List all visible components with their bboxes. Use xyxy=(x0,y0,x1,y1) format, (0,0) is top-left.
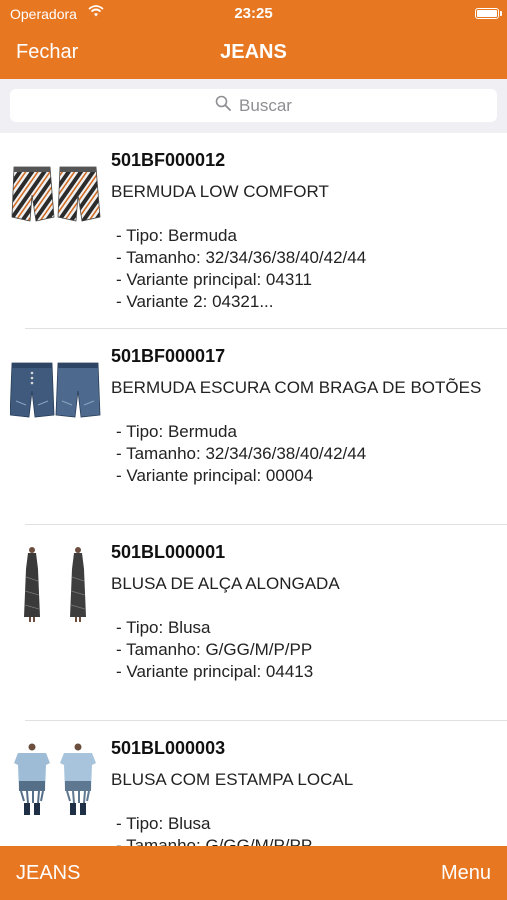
product-name: BLUSA COM ESTAMPA LOCAL xyxy=(111,770,354,789)
detail-line: - Tipo: Blusa xyxy=(116,618,211,637)
status-bar: Operadora 23:25 xyxy=(0,0,507,28)
product-thumbnail-bermuda-print xyxy=(10,165,102,230)
detail-line: - Tamanho: G/GG/M/P/PP xyxy=(116,836,313,846)
product-name: BERMUDA ESCURA COM BRAGA DE BOTÕES xyxy=(111,378,482,397)
product-details: - Tipo: Blusa - Tamanho: G/GG/M/P/PP xyxy=(116,813,312,846)
list-item[interactable]: 501BF000017 BERMUDA ESCURA COM BRAGA DE … xyxy=(0,329,507,525)
product-thumbnail-long-dress xyxy=(10,547,102,628)
product-details: - Tipo: Blusa - Tamanho: G/GG/M/P/PP - V… xyxy=(116,617,313,683)
search-placeholder: Buscar xyxy=(239,95,292,115)
product-thumbnail-printed-blouse xyxy=(10,743,102,824)
search-input[interactable]: Buscar xyxy=(10,89,497,122)
menu-button[interactable]: Menu xyxy=(441,862,491,885)
detail-line: - Tipo: Blusa xyxy=(116,814,211,833)
product-code: 501BL000003 xyxy=(111,738,226,758)
list-item[interactable]: 501BL000001 BLUSA DE ALÇA ALONGADA - Tip… xyxy=(0,525,507,721)
detail-line: - Tipo: Bermuda xyxy=(116,422,237,441)
list-item[interactable]: 501BL000003 BLUSA COM ESTAMPA LOCAL - Ti… xyxy=(0,721,507,846)
product-details: - Tipo: Bermuda - Tamanho: 32/34/36/38/4… xyxy=(116,225,366,313)
detail-line: - Tamanho: G/GG/M/P/PP xyxy=(116,640,313,659)
detail-line: - Variante principal: 04413 xyxy=(116,662,314,681)
detail-line: - Variante principal: 00004 xyxy=(116,466,314,485)
battery-icon xyxy=(475,8,502,19)
close-button[interactable]: Fechar xyxy=(16,41,78,64)
list-item[interactable]: 501BF000012 BERMUDA LOW COMFORT - Tipo: … xyxy=(0,133,507,329)
detail-line: - Tipo: Bermuda xyxy=(116,226,237,245)
detail-line: - Variante 2: 04321... xyxy=(116,292,274,311)
product-code: 501BF000017 xyxy=(111,346,226,366)
detail-line: - Tamanho: 32/34/36/38/40/42/44 xyxy=(116,444,367,463)
product-name: BLUSA DE ALÇA ALONGADA xyxy=(111,574,340,593)
product-list[interactable]: 501BF000012 BERMUDA LOW COMFORT - Tipo: … xyxy=(0,133,507,846)
jeans-tab-button[interactable]: JEANS xyxy=(16,862,80,885)
detail-line: - Tamanho: 32/34/36/38/40/42/44 xyxy=(116,248,367,267)
search-icon xyxy=(215,95,231,116)
detail-line: - Variante principal: 04311 xyxy=(116,270,312,289)
status-time: 23:25 xyxy=(234,5,273,22)
product-code: 501BF000012 xyxy=(111,150,226,170)
top-bar: Operadora 23:25 Fechar JEANS xyxy=(0,0,507,79)
product-name: BERMUDA LOW COMFORT xyxy=(111,182,329,201)
product-thumbnail-bermuda-denim xyxy=(9,361,102,426)
search-bar-container: Buscar xyxy=(0,79,507,133)
product-details: - Tipo: Bermuda - Tamanho: 32/34/36/38/4… xyxy=(116,421,366,487)
product-code: 501BL000001 xyxy=(111,542,226,562)
bottom-toolbar: JEANS Menu xyxy=(0,846,507,900)
